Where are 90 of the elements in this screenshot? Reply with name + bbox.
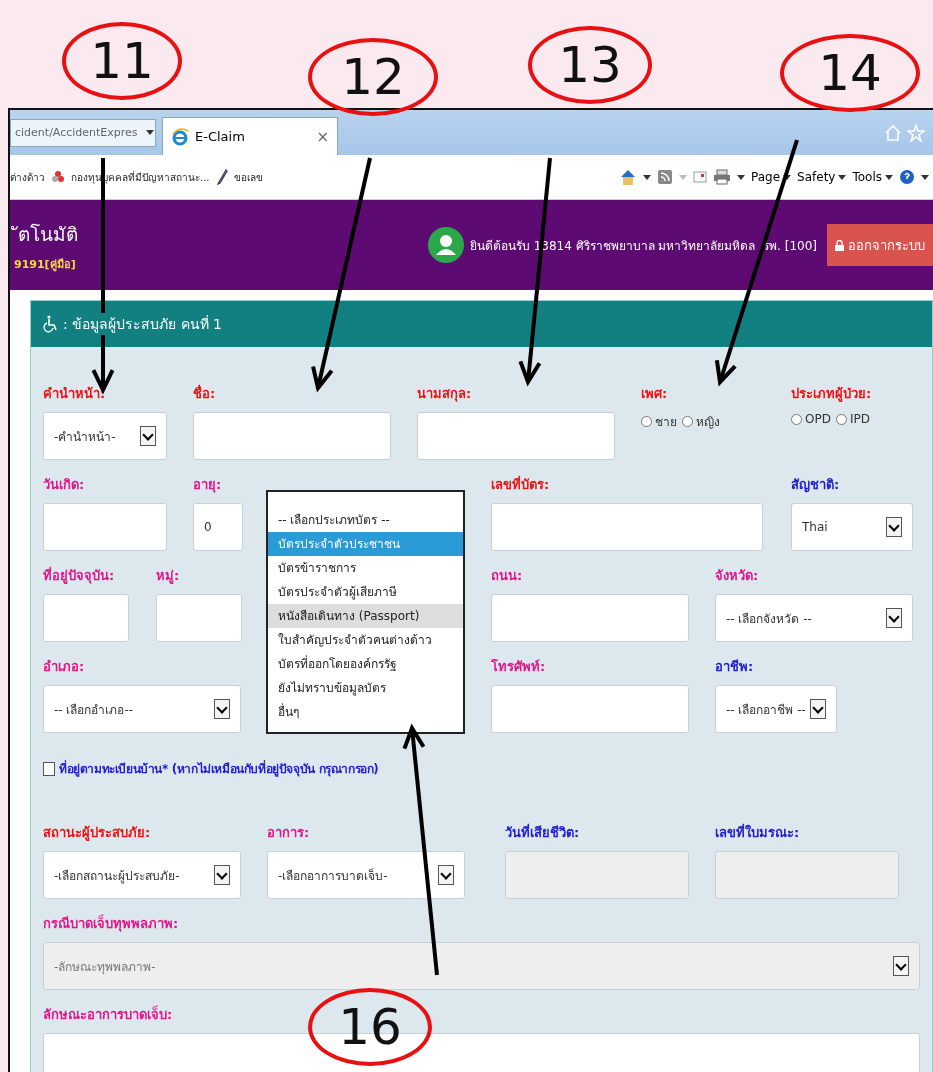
radio-label: หญิง [696, 414, 720, 431]
star-icon[interactable] [907, 123, 925, 142]
callout-number: 14 [780, 34, 920, 112]
radio-button[interactable] [835, 413, 847, 425]
mail-icon[interactable] [693, 171, 707, 183]
field-label: สถานะผู้ประสบภัย: [43, 824, 151, 843]
lock-icon [835, 239, 844, 251]
feed-icon[interactable] [657, 169, 673, 185]
dropdown[interactable]: -เลือกอาการบาดเจ็บ- [267, 851, 465, 899]
input-field[interactable] [491, 594, 689, 642]
field-label: คำนำหน้า: [43, 385, 106, 403]
dropdown[interactable]: -- เลือกจังหวัด -- [715, 594, 913, 642]
input-field[interactable] [491, 685, 689, 733]
radio-button[interactable] [641, 416, 652, 427]
site-title: ัตโนมัติ [10, 216, 78, 252]
dropdown-option[interactable]: บัตรที่ออกโดยองค์กรรัฐ [268, 652, 463, 676]
dropdown-option[interactable]: หนังสือเดินทาง (Passport) [268, 604, 463, 628]
input-field[interactable] [156, 594, 242, 642]
dropdown[interactable]: -คำนำหน้า- [43, 412, 167, 460]
command-menu[interactable]: Page [751, 170, 792, 184]
favorite-link[interactable]: ขอเลข [233, 169, 263, 185]
manual-link[interactable]: 9191[คู่มือ] [14, 255, 78, 274]
tab-title: E-Claim [195, 129, 246, 144]
input-field[interactable] [417, 412, 615, 460]
dropdown-option[interactable]: บัตรประจำตัวผู้เสียภาษี [268, 580, 463, 604]
callout-number: 16 [308, 988, 432, 1066]
radio-label: OPD [805, 412, 831, 426]
printer-icon[interactable] [713, 169, 731, 185]
input-field[interactable]: 0 [193, 503, 243, 551]
user-avatar-icon [427, 227, 464, 263]
command-menu[interactable]: Safety [797, 170, 847, 184]
input-field[interactable] [43, 503, 167, 551]
field-label: อาการ: [267, 824, 310, 842]
field-label: เลขที่ใบมรณะ: [715, 822, 800, 842]
checkbox-label: ที่อยู่ตามทะเบียนบ้าน* (หากไม่เหมือนกับที่อยู่ปัจจุบัน กรุณากรอก) [59, 759, 379, 778]
dropdown[interactable]: -- เลือกอาชีพ -- [715, 685, 837, 733]
checkbox[interactable] [43, 761, 55, 776]
pen-icon [215, 169, 228, 185]
field-label: สัญชาติ: [791, 476, 840, 495]
field-label: ชื่อ: [193, 383, 216, 403]
field-label: ประเภทผู้ป่วย: [791, 385, 872, 404]
field-label: ที่อยู่ปัจจุบัน: [43, 565, 115, 586]
panel-title: : ข้อมูลผู้ประสบภัย คนที่ 1 [63, 313, 222, 335]
field-label: เพศ: [641, 385, 668, 403]
input-field[interactable] [491, 503, 763, 551]
input-field[interactable] [43, 594, 129, 642]
command-menu[interactable]: Tools [852, 170, 893, 184]
field-label: อำเภอ: [43, 658, 85, 676]
wheelchair-icon [43, 315, 59, 333]
callout-number: 12 [308, 38, 438, 116]
address-bar[interactable]: cident/AccidentExpres [10, 118, 156, 147]
input-field[interactable] [193, 412, 391, 460]
radio-label: ชาย [655, 414, 677, 431]
field-label: อาชีพ: [715, 658, 754, 676]
dropdown[interactable]: -- เลือกอำเภอ-- [43, 685, 241, 733]
radio-button[interactable] [682, 416, 693, 427]
field-label: หมู่: [156, 567, 180, 586]
browser-logo-icon [171, 127, 189, 146]
field-label: โทรศัพท์: [491, 658, 546, 676]
dropdown-option[interactable]: ยังไม่ทราบข้อมูลบัตร [268, 676, 463, 700]
logout-button[interactable]: ออกจากระบบ [827, 224, 933, 266]
field-label: เลขที่บัตร: [491, 474, 550, 494]
caret-icon[interactable] [643, 174, 651, 180]
field-label: กรณีบาดเจ็บทุพพลภาพ: [43, 913, 179, 934]
caret-icon[interactable] [145, 130, 154, 135]
caret-icon[interactable] [921, 174, 929, 180]
callout-number: 11 [62, 22, 182, 100]
close-button[interactable]: × [316, 127, 329, 146]
field-label: จังหวัด: [715, 567, 759, 585]
field-label: วันเกิด: [43, 476, 85, 494]
callout-number: 13 [528, 26, 652, 104]
browser-tab[interactable]: E-Claim × [162, 117, 338, 155]
dropdown-option[interactable]: บัตรข้าราชการ [268, 556, 463, 580]
dropdown-option[interactable]: -- เลือกประเภทบัตร -- [268, 508, 463, 532]
dropdown[interactable]: -เลือกสถานะผู้ประสบภัย- [43, 851, 241, 899]
caret-icon[interactable] [737, 174, 745, 180]
field-label: วันที่เสียชีวิต: [505, 822, 580, 842]
help-icon[interactable] [899, 169, 915, 185]
field-label: นามสกุล: [417, 385, 472, 404]
dropdown[interactable]: Thai [791, 503, 913, 551]
favorite-link[interactable]: ต่างด้าว [10, 169, 45, 185]
flower-icon [51, 170, 65, 184]
field-label: อายุ: [193, 476, 222, 495]
field-label: ถนน: [491, 567, 523, 585]
radio-button[interactable] [791, 413, 802, 425]
dropdown-option[interactable]: อื่นๆ [268, 700, 463, 724]
radio-label: IPD [849, 412, 870, 426]
dropdown-option[interactable]: ใบสำคัญประจำตัวคนต่างด้าว [268, 628, 463, 652]
home-icon[interactable] [619, 168, 637, 186]
field-label: ลักษณะอาการบาดเจ็บ: [43, 1004, 173, 1024]
